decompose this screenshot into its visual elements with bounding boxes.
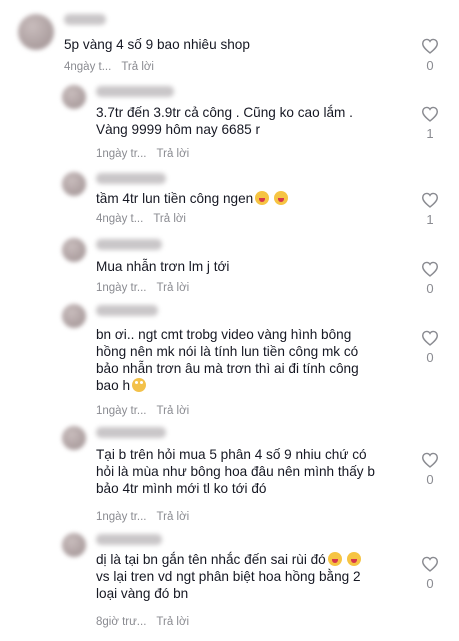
heart-outline-icon — [421, 106, 439, 122]
like-button[interactable]: 1 — [418, 192, 442, 227]
comment-time: 1ngày tr... — [96, 148, 147, 160]
heart-outline-icon — [421, 330, 439, 346]
username[interactable] — [96, 534, 162, 545]
comment-time: 4ngày t... — [96, 213, 144, 225]
comment-text: bn ơi.. ngt cmt trobg video vàng hình bô… — [96, 326, 359, 394]
comment-time: 8giờ trư... — [96, 616, 147, 628]
grinning-tongue-emoji-icon — [346, 552, 361, 566]
eye-roll-emoji-icon — [132, 378, 147, 392]
reply-button[interactable]: Trả lời — [157, 148, 190, 160]
comment-time: 1ngày tr... — [96, 511, 147, 523]
avatar[interactable] — [62, 172, 86, 196]
comment-text: tầm 4tr lun tiền công ngen — [96, 190, 289, 207]
comment-meta: 4ngày t... Trả lời — [64, 61, 154, 73]
like-button[interactable]: 0 — [418, 330, 442, 365]
username[interactable] — [96, 305, 158, 316]
like-button[interactable]: 1 — [418, 106, 442, 141]
heart-outline-icon — [421, 261, 439, 277]
comment-meta: 1ngày tr... Trả lời — [96, 511, 189, 523]
comment-meta: 1ngày tr... Trả lời — [96, 282, 189, 294]
heart-outline-icon — [421, 452, 439, 468]
avatar[interactable] — [62, 304, 86, 328]
reply-button[interactable]: Trả lời — [157, 511, 190, 523]
username[interactable] — [96, 239, 162, 250]
username[interactable] — [96, 86, 174, 97]
username[interactable] — [96, 173, 166, 184]
like-button[interactable]: 0 — [418, 38, 442, 73]
comment-text-body: tầm 4tr lun tiền công ngen — [96, 191, 254, 206]
comment-text-body: dị là tại bn gắn tên nhắc đến sai rùi đó — [96, 552, 326, 567]
comment-meta: 1ngày tr... Trả lời — [96, 148, 189, 160]
like-button[interactable]: 0 — [418, 556, 442, 591]
comment-text: dị là tại bn gắn tên nhắc đến sai rùi đó… — [96, 551, 361, 602]
avatar[interactable] — [62, 426, 86, 450]
like-count: 0 — [426, 576, 434, 591]
reply-button[interactable]: Trả lời — [121, 61, 154, 73]
username[interactable] — [96, 427, 166, 438]
avatar[interactable] — [62, 238, 86, 262]
like-count: 0 — [426, 58, 434, 73]
username[interactable] — [64, 14, 106, 25]
comment-meta: 8giờ trư... Trả lời — [96, 616, 189, 628]
heart-outline-icon — [421, 192, 439, 208]
like-count: 0 — [426, 472, 434, 487]
avatar[interactable] — [62, 533, 86, 557]
reply-button[interactable]: Trả lời — [156, 616, 189, 628]
comment-meta: 1ngày tr... Trả lời — [96, 405, 189, 417]
heart-outline-icon — [421, 38, 439, 54]
comment-text: Tại b trên hỏi mua 5 phân 4 số 9 nhiu ch… — [96, 447, 375, 496]
comment-text: Mua nhẫn trơn lm j tới — [96, 259, 230, 274]
avatar[interactable] — [18, 14, 54, 50]
reply-button[interactable]: Trả lời — [157, 282, 190, 294]
avatar[interactable] — [62, 85, 86, 109]
grinning-tongue-emoji-icon — [255, 191, 270, 205]
like-button[interactable]: 0 — [418, 261, 442, 296]
reply-button[interactable]: Trả lời — [157, 405, 190, 417]
comment-text-body-continued: vs lại tren vd ngt phân biệt hoa hồng bằ… — [96, 569, 361, 601]
comment-text: 5p vàng 4 số 9 bao nhiêu shop — [64, 37, 250, 52]
comment-time: 4ngày t... — [64, 61, 112, 73]
comment-time: 1ngày tr... — [96, 282, 147, 294]
reply-button[interactable]: Trả lời — [153, 213, 186, 225]
comment-list: 5p vàng 4 số 9 bao nhiêu shop 4ngày t...… — [0, 0, 459, 641]
comment-text: 3.7tr đến 3.9tr cả công . Cũng ko cao lắ… — [96, 105, 353, 137]
like-button[interactable]: 0 — [418, 452, 442, 487]
heart-outline-icon — [421, 556, 439, 572]
grinning-tongue-emoji-icon — [327, 552, 342, 566]
like-count: 0 — [426, 350, 434, 365]
like-count: 0 — [426, 281, 434, 296]
grinning-tongue-emoji-icon — [274, 191, 289, 205]
like-count: 1 — [426, 212, 434, 227]
comment-time: 1ngày tr... — [96, 405, 147, 417]
like-count: 1 — [426, 126, 434, 141]
comment-meta: 4ngày t... Trả lời — [96, 213, 186, 225]
